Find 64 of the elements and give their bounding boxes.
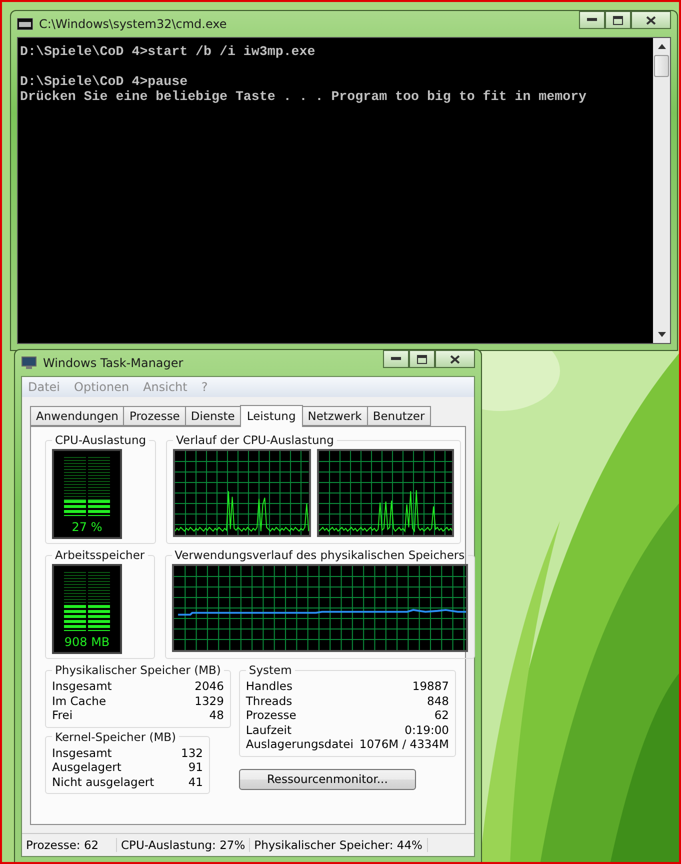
group-title: CPU-Auslastung <box>54 433 148 447</box>
stat-label: Threads <box>246 694 292 708</box>
scroll-down-icon <box>658 332 666 337</box>
monitor-icon <box>21 356 37 370</box>
stat-value: 2046 <box>194 679 224 694</box>
status-text: Prozesse: 62 <box>22 838 117 852</box>
minimize-icon <box>587 18 597 22</box>
window-title: C:\Windows\system32\cmd.exe <box>39 17 227 31</box>
console-line: D:\Spiele\CoD 4>pause <box>20 74 189 89</box>
group-title: Verlauf der CPU-Auslastung <box>175 433 335 447</box>
minimize-icon <box>391 357 401 361</box>
stat-label: Ausgelagert <box>52 760 122 774</box>
maximize-button[interactable] <box>409 350 435 368</box>
tab[interactable]: Dienste <box>184 406 241 426</box>
stat-label: Insgesamt <box>52 679 112 694</box>
stat-label: Nicht ausgelagert <box>52 774 154 789</box>
meter-reading: 27 % <box>72 520 102 534</box>
console-icon <box>17 18 33 30</box>
close-button[interactable] <box>631 11 671 29</box>
stat-label: Frei <box>52 708 73 722</box>
stat-label: Handles <box>246 679 292 694</box>
minimize-button[interactable] <box>579 11 605 29</box>
minimize-button[interactable] <box>383 350 409 368</box>
stat-value: 48 <box>209 708 224 722</box>
tab[interactable]: Anwendungen <box>30 406 124 426</box>
stat-label: Im Cache <box>52 694 106 708</box>
status-text: Physikalischer Speicher: 44% <box>250 838 428 852</box>
stat-value: 0:19:00 <box>404 722 449 737</box>
maximize-icon <box>613 16 623 24</box>
stat-value: 1076M / 4334M <box>359 737 449 752</box>
group-title: Verwendungsverlauf des physikalischen Speichers <box>174 548 466 562</box>
scroll-thumb[interactable] <box>654 55 669 77</box>
console-line: Drücken Sie eine beliebige Taste . . . Program too big to fit in memory <box>20 89 588 104</box>
group-title: Arbeitsspeicher <box>54 548 146 562</box>
scroll-up-icon <box>658 44 666 49</box>
console-line: D:\Spiele\CoD 4>start /b /i iw3mp.exe <box>20 44 316 59</box>
stat-value: 62 <box>434 708 449 722</box>
resource-monitor-button[interactable]: Ressourcenmonitor... <box>238 768 416 790</box>
maximize-button[interactable] <box>605 11 631 29</box>
tab[interactable]: Leistung <box>240 405 303 427</box>
stat-value: 848 <box>427 694 449 708</box>
scrollbar[interactable] <box>653 38 670 343</box>
stat-label: Auslagerungsdatei <box>246 737 354 752</box>
close-button[interactable] <box>435 350 475 368</box>
status-text: CPU-Auslastung: 27% <box>117 838 250 852</box>
maximize-icon <box>417 354 427 364</box>
window-title: Windows Task-Manager <box>43 356 184 370</box>
tab[interactable]: Netzwerk <box>302 406 368 426</box>
group-title: Kernel-Speicher (MB) <box>54 730 178 744</box>
stat-value: 132 <box>181 746 203 760</box>
group-title: Physikalischer Speicher (MB) <box>54 663 222 677</box>
stat-value: 41 <box>188 774 203 789</box>
close-icon <box>450 354 460 364</box>
tab[interactable]: Benutzer <box>366 406 431 426</box>
group-title: System <box>248 663 293 677</box>
tab[interactable]: Prozesse <box>123 406 186 426</box>
stat-label: Insgesamt <box>52 746 112 760</box>
stat-value: 19887 <box>412 679 449 694</box>
meter-reading: 908 MB <box>64 635 110 649</box>
stat-label: Laufzeit <box>246 722 292 737</box>
stat-label: Prozesse <box>246 708 296 722</box>
close-icon <box>646 16 656 24</box>
stat-value: 1329 <box>194 694 224 708</box>
stat-value: 91 <box>188 760 203 774</box>
